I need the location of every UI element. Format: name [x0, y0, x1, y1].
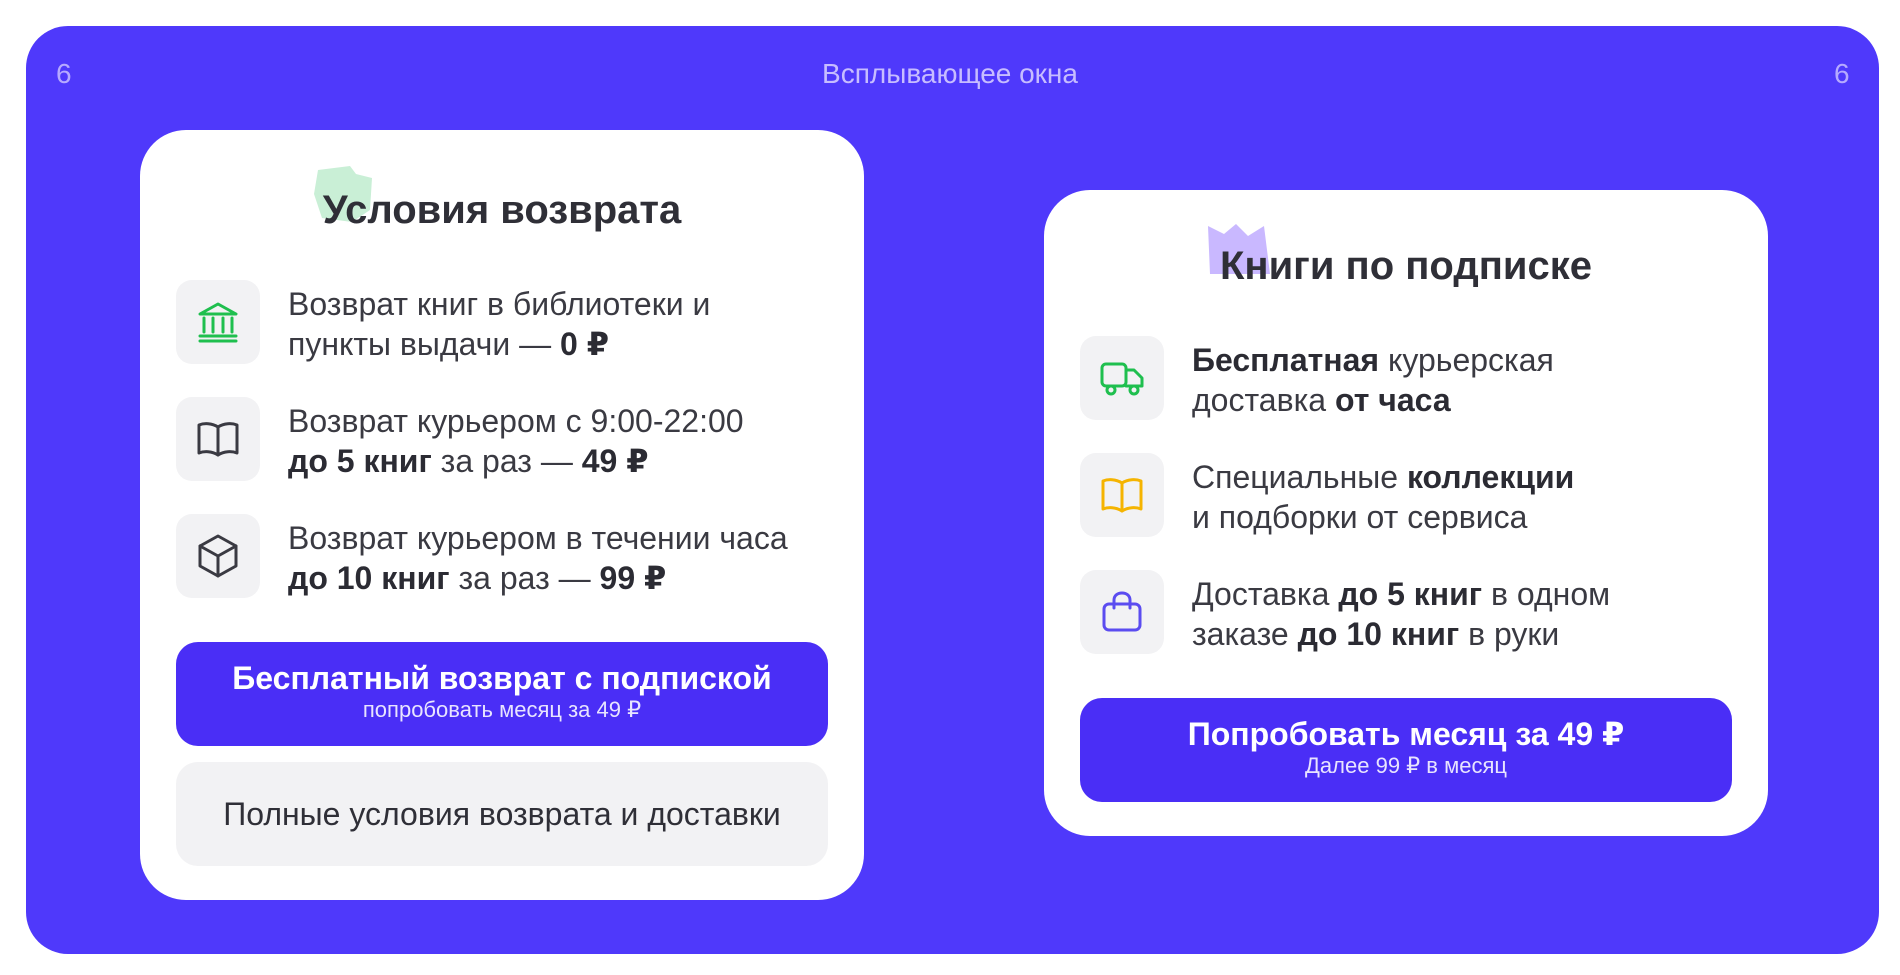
bold-text-segment: до 5 книг — [288, 443, 432, 479]
text-segment: Возврат курьером в течении часа — [288, 520, 788, 556]
list-item-text: Возврат курьером в течении часа до 10 кн… — [288, 518, 788, 598]
text-line: Возврат книг в библиотеки и — [288, 284, 710, 324]
text-segment: и подборки от сервиса — [1192, 499, 1528, 535]
icon-tile — [1080, 453, 1164, 537]
return-conditions-card: Условия возврата Возврат книг в библиоте… — [140, 130, 864, 900]
bank-building-icon — [198, 302, 238, 343]
text-line: Доставка до 5 книг в одном — [1192, 574, 1610, 614]
shopping-bag-icon — [1102, 591, 1142, 632]
bold-text-segment: 49 ₽ — [581, 443, 649, 479]
list-item-text: Возврат книг в библиотеки и пункты выдач… — [288, 284, 710, 364]
text-segment: за раз — — [449, 560, 600, 596]
delivery-truck-icon — [1100, 362, 1144, 396]
text-line: Бесплатная курьерская — [1192, 340, 1554, 380]
text-segment: доставка — [1192, 382, 1335, 418]
card-title-return: Условия возврата — [322, 188, 682, 232]
bold-text-segment: от часа — [1334, 382, 1451, 418]
text-segment: Возврат курьером с 9:00-22:00 — [288, 403, 744, 439]
button-label: Бесплатный возврат с подпиской — [232, 660, 772, 696]
text-line: Возврат курьером с 9:00-22:00 — [288, 401, 744, 441]
text-segment: пункты выдачи — — [288, 326, 560, 362]
bold-text-segment: коллекции — [1406, 459, 1575, 495]
text-segment: за раз — — [431, 443, 582, 479]
text-segment: Специальные — [1192, 459, 1407, 495]
subscription-card: Книги по подписке Бесплатная курьерская … — [1044, 190, 1768, 836]
icon-tile — [1080, 336, 1164, 420]
text-segment: Доставка — [1192, 576, 1339, 612]
list-item-text: Бесплатная курьерская доставка от часа — [1192, 340, 1554, 420]
button-sublabel: попробовать месяц за 49 ₽ — [362, 697, 642, 722]
list-item-text: Доставка до 5 книг в одном заказе до 10 … — [1192, 574, 1610, 654]
button-sublabel: Далее 99 ₽ в месяц — [1305, 753, 1507, 778]
text-line: заказе до 10 книг в руки — [1192, 614, 1610, 654]
icon-tile — [1080, 570, 1164, 654]
bold-text-segment: 99 ₽ — [599, 560, 667, 596]
text-line: Возврат курьером в течении часа — [288, 518, 788, 558]
bold-text-segment: 0 ₽ — [560, 326, 609, 362]
text-segment: в одном — [1482, 576, 1611, 612]
button-label: Попробовать месяц за 49 ₽ — [1187, 716, 1625, 752]
icon-tile — [176, 514, 260, 598]
list-item-text: Специальные коллекции и подборки от серв… — [1192, 457, 1574, 537]
list-item-text: Возврат курьером с 9:00-22:00 до 5 книг … — [288, 401, 744, 481]
full-return-terms-button[interactable]: Полные условия возврата и доставки — [176, 762, 828, 866]
box-cube-icon — [198, 534, 238, 578]
text-segment: заказе — [1192, 616, 1298, 652]
text-line: Специальные коллекции — [1192, 457, 1574, 497]
text-segment: в руки — [1459, 616, 1560, 652]
text-line: до 5 книг за раз — 49 ₽ — [288, 441, 744, 481]
open-book-icon — [1101, 478, 1143, 513]
icon-tile — [176, 397, 260, 481]
open-book-icon — [197, 422, 239, 457]
card-title-subscription: Книги по подписке — [1220, 244, 1592, 288]
frame-title: Всплывающее окна — [822, 58, 1078, 89]
text-line: пункты выдачи — 0 ₽ — [288, 324, 710, 364]
bold-text-segment: до 10 книг — [1297, 616, 1460, 652]
icon-tile — [176, 280, 260, 364]
bold-text-segment: до 10 книг — [288, 560, 450, 596]
bold-text-segment: до 5 книг — [1338, 576, 1483, 612]
text-segment: Возврат книг в библиотеки и — [288, 286, 711, 322]
try-month-subscription-button[interactable]: Попробовать месяц за 49 ₽ Далее 99 ₽ в м… — [1080, 698, 1732, 802]
text-segment: курьерская — [1379, 342, 1554, 378]
free-return-subscription-button[interactable]: Бесплатный возврат с подпиской попробова… — [176, 642, 828, 746]
text-line: доставка от часа — [1192, 380, 1554, 420]
text-line: до 10 книг за раз — 99 ₽ — [288, 558, 788, 598]
text-line: и подборки от сервиса — [1192, 497, 1574, 537]
bold-text-segment: Бесплатная — [1192, 342, 1380, 378]
